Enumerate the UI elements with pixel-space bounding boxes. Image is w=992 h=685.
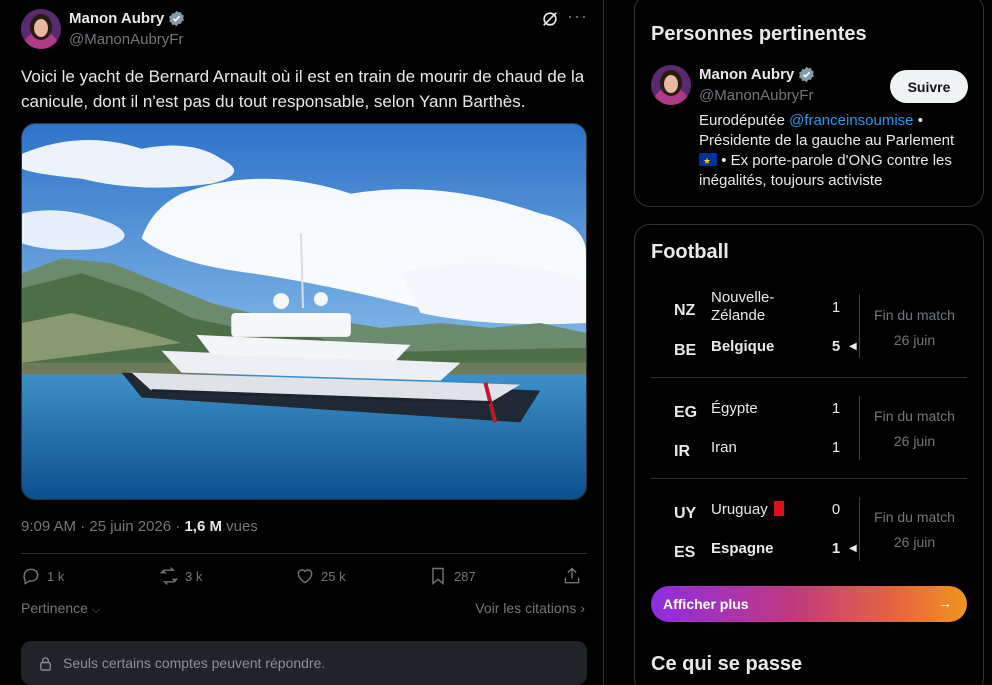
- home-score: 0: [831, 501, 841, 518]
- away-team-code: IR: [674, 443, 690, 460]
- bio-mention-link[interactable]: @franceinsoumise: [789, 112, 913, 129]
- repost-count: 3 k: [185, 568, 203, 584]
- bio-text-3: • Ex porte-parole d'ONG contre les inéga…: [699, 152, 952, 189]
- home-score: 1: [831, 299, 841, 316]
- relevant-people-title: Personnes pertinentes: [651, 23, 867, 45]
- away-score: 1: [831, 540, 841, 557]
- author-name[interactable]: Manon Aubry: [69, 10, 185, 27]
- verified-badge-icon: [169, 10, 185, 27]
- grok-icon[interactable]: [541, 10, 559, 28]
- views-label: vues: [221, 518, 258, 535]
- bookmark-icon: [432, 567, 444, 586]
- away-team-code: ES: [674, 544, 696, 561]
- score-divider: [859, 497, 860, 561]
- match-date: 26 juin: [893, 433, 936, 449]
- away-team-name: Espagne: [711, 540, 774, 557]
- home-team-name: Égypte: [711, 400, 758, 417]
- reply-count: 1 k: [47, 568, 65, 584]
- person-name-text[interactable]: Manon Aubry: [699, 66, 794, 83]
- view-quotes-link[interactable]: Voir les citations ›: [475, 600, 585, 616]
- author-name-text[interactable]: Manon Aubry: [69, 10, 164, 27]
- match-row[interactable]: UY Uruguay 0 ES Espagne 1 ◀ Fin du match…: [635, 489, 983, 589]
- match-separator: [651, 377, 967, 378]
- score-divider: [859, 396, 860, 460]
- show-more-label[interactable]: Afficher plus: [663, 596, 749, 612]
- match-status: Fin du match: [874, 509, 955, 525]
- home-team-name-text: Uruguay: [711, 501, 768, 518]
- repost-icon: [160, 567, 178, 585]
- match-status: Fin du match: [874, 307, 955, 323]
- repost-button[interactable]: 3 k: [159, 566, 202, 586]
- tweet-time[interactable]: 9:09 AM · 25 juin 2026 ·: [21, 518, 184, 535]
- reply-restriction-box: Seuls certains comptes peuvent répondre.: [21, 641, 587, 685]
- tweet-meta: 9:09 AM · 25 juin 2026 · 1,6 M vues: [21, 518, 258, 535]
- red-card-icon: [773, 501, 784, 516]
- tweet-text: Voici le yacht de Bernard Arnault où il …: [21, 67, 585, 111]
- football-title: Football: [651, 241, 729, 263]
- reply-icon: [23, 568, 39, 585]
- author-handle[interactable]: @ManonAubryFr: [69, 31, 183, 48]
- sort-label[interactable]: Pertinence: [21, 600, 88, 616]
- view-quotes-label[interactable]: Voir les citations: [475, 600, 576, 616]
- relevant-people-card: Personnes pertinentes Manon Aubry @Manon…: [634, 0, 984, 207]
- tweet-actions: 1 k 3 k 25 k 287: [21, 566, 587, 588]
- verified-badge-icon: [799, 66, 815, 83]
- whats-happening-title: Ce qui se passe: [651, 653, 803, 675]
- like-icon: [297, 569, 313, 584]
- tweet-image-yacht[interactable]: [21, 123, 587, 500]
- person-name[interactable]: Manon Aubry: [699, 66, 815, 83]
- sort-dropdown[interactable]: Pertinence ⌵: [21, 600, 100, 617]
- reply-restriction-text: Seuls certains comptes peuvent répondre.: [63, 655, 326, 671]
- home-team-name: Nouvelle-Zélande: [711, 289, 775, 324]
- winner-arrow-icon: ◀: [849, 543, 857, 554]
- match-date: 26 juin: [893, 534, 936, 550]
- away-score: 5: [831, 338, 841, 355]
- away-team-code: BE: [674, 342, 697, 359]
- match-row[interactable]: NZ Nouvelle-Zélande 1 BE Belgique 5 ◀ Fi…: [635, 287, 983, 387]
- match-row[interactable]: EG Égypte 1 IR Iran 1 Fin du match 26 ju…: [635, 388, 983, 488]
- match-date: 26 juin: [893, 332, 936, 348]
- chevron-right-icon: ›: [580, 600, 585, 616]
- share-icon: [564, 567, 580, 584]
- bio-text-1: Eurodéputée: [699, 112, 790, 129]
- views-count: 1,6 M: [184, 518, 222, 535]
- home-team-name: Uruguay: [711, 501, 784, 519]
- away-score: 1: [831, 439, 841, 456]
- person-avatar[interactable]: [651, 65, 691, 105]
- follow-button[interactable]: Suivre: [890, 70, 968, 103]
- bookmark-count: 287: [454, 568, 476, 584]
- winner-arrow-icon: ◀: [849, 341, 857, 352]
- away-team-name: Iran: [711, 439, 737, 456]
- home-team-code: NZ: [674, 302, 696, 319]
- divider: [21, 553, 587, 554]
- chevron-down-icon: ⌵: [91, 604, 101, 616]
- author-avatar[interactable]: [21, 9, 61, 49]
- bookmark-button[interactable]: 287: [428, 566, 476, 586]
- more-icon[interactable]: ···: [567, 6, 588, 27]
- person-handle[interactable]: @ManonAubryFr: [699, 87, 813, 104]
- reply-button[interactable]: 1 k: [21, 566, 64, 586]
- score-divider: [859, 294, 860, 358]
- lock-icon: [40, 656, 51, 671]
- match-status: Fin du match: [874, 408, 955, 424]
- match-separator: [651, 478, 967, 479]
- person-bio: Eurodéputée @franceinsoumise • Président…: [699, 111, 969, 191]
- away-team-name: Belgique: [711, 338, 775, 355]
- tweet-detail: Manon Aubry @ManonAubryFr ··· Voici le y…: [0, 0, 604, 685]
- like-count: 25 k: [321, 568, 346, 584]
- home-score: 1: [831, 400, 841, 417]
- arrow-right-icon: →: [938, 595, 952, 611]
- football-card: Football NZ Nouvelle-Zélande 1 BE Belgiq…: [634, 224, 984, 685]
- home-team-code: UY: [674, 505, 697, 522]
- eu-flag-icon: [699, 151, 717, 171]
- home-team-code: EG: [674, 404, 698, 421]
- like-button[interactable]: 25 k: [295, 566, 346, 586]
- show-more-button[interactable]: Afficher plus →: [651, 586, 967, 622]
- share-button[interactable]: [562, 566, 582, 586]
